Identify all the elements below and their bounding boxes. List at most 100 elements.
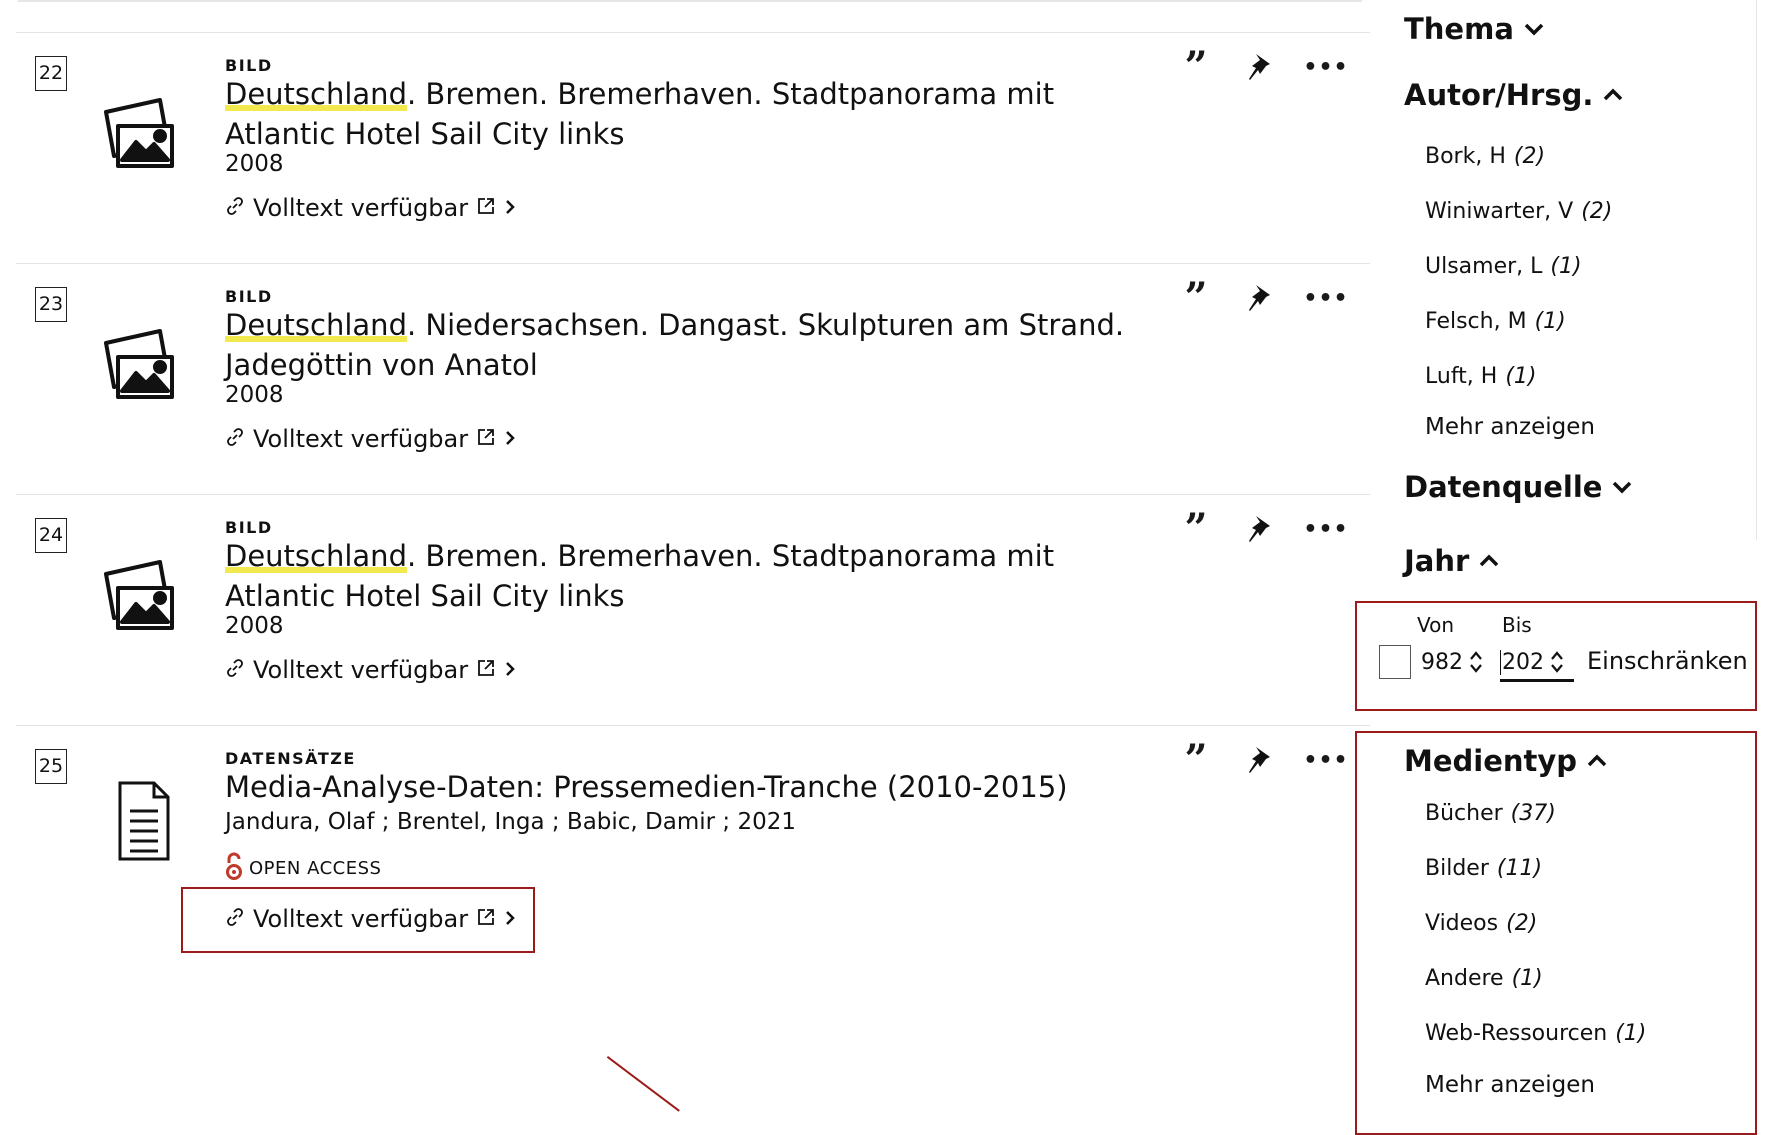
result-actions: ” ••• [1176,278,1356,318]
autor-item-count: (2) [1513,144,1546,169]
medientyp-item-count: (1) [1511,966,1543,991]
spinner-icon[interactable] [1469,649,1483,675]
year-to-input[interactable]: 202 [1500,645,1574,682]
autor-item-count: (1) [1505,364,1537,389]
medientyp-item-name: Videos [1425,911,1499,936]
autor-item[interactable]: Bork, H (2) [1425,144,1545,169]
facet-thema-label: Thema [1404,12,1514,46]
result-type: DATENSÄTZE [225,749,356,768]
chevron-right-icon [504,656,516,684]
chevron-right-icon [504,425,516,453]
pin-icon[interactable] [1244,514,1276,544]
cite-quote-icon[interactable]: ” [1176,47,1216,87]
more-options-icon[interactable]: ••• [1303,514,1347,544]
result-record: 24 BILD Deutschland. Bremen. Bremerhaven. … [16,494,1370,726]
fulltext-label: Volltext verfügbar [253,905,469,933]
result-title-link[interactable]: Media-Analyse-Daten: Pressemedien-Tranch… [225,767,1125,807]
autor-more-link[interactable]: Mehr anzeigen [1425,414,1595,440]
fulltext-link[interactable]: Volltext verfügbar [225,905,516,933]
medientyp-item-count: (37) [1510,801,1556,826]
results-list: 22 BILD Deutschland. Bremen. Bremerhaven. … [0,0,1370,1116]
fulltext-label: Volltext verfügbar [253,194,469,222]
fulltext-link[interactable]: Volltext verfügbar [225,425,516,453]
result-divider [16,263,1370,264]
link-icon [225,656,245,684]
pin-icon[interactable] [1244,52,1276,82]
autor-item-name: Winiwarter, V [1425,199,1574,224]
result-number: 24 [35,518,67,553]
autor-item-name: Luft, H [1425,364,1498,389]
facet-autor-label: Autor/Hrsg. [1404,78,1594,112]
result-actions: ” ••• [1176,740,1356,780]
autor-item-name: Bork, H [1425,144,1506,169]
result-meta: Jandura, Olaf ; Brentel, Inga ; Babic, D… [225,809,797,835]
facet-datenquelle-toggle[interactable]: Datenquelle [1404,470,1632,504]
result-title-link[interactable]: Deutschland. Bremen. Bremerhaven. Stadtp… [225,536,1125,616]
facet-jahr-toggle[interactable]: Jahr [1404,544,1499,578]
external-link-icon [476,425,496,453]
facet-autor-toggle[interactable]: Autor/Hrsg. [1404,78,1623,112]
facet-medientyp-toggle[interactable]: Medientyp [1404,744,1607,778]
medientyp-item[interactable]: Bilder (11) [1425,856,1542,881]
autor-item-count: (1) [1534,309,1566,334]
pin-icon[interactable] [1244,283,1276,313]
medientyp-item[interactable]: Bücher (37) [1425,801,1556,826]
year-from-label: Von [1417,613,1455,637]
result-title-link[interactable]: Deutschland. Bremen. Bremerhaven. Stadtp… [225,74,1125,154]
spinner-icon[interactable] [1550,649,1564,675]
facet-medientyp-label: Medientyp [1404,744,1578,778]
open-access-label: OPEN ACCESS [249,858,382,879]
autor-item[interactable]: Felsch, M (1) [1425,309,1566,334]
scrollbar-edge[interactable] [1756,0,1757,540]
year-checkbox[interactable] [1379,645,1411,679]
fulltext-label: Volltext verfügbar [253,656,469,684]
fulltext-link[interactable]: Volltext verfügbar [225,194,516,222]
result-meta: 2008 [225,613,284,639]
facet-thema-toggle[interactable]: Thema [1404,12,1544,46]
autor-item[interactable]: Winiwarter, V (2) [1425,199,1612,224]
open-lock-icon [225,851,243,886]
open-access-badge: OPEN ACCESS [225,851,381,886]
result-meta: 2008 [225,382,284,408]
link-icon [225,425,245,453]
medientyp-item-count: (1) [1615,1021,1647,1046]
external-link-icon [476,656,496,684]
result-divider [16,494,1370,495]
more-options-icon[interactable]: ••• [1303,52,1347,82]
result-actions: ” ••• [1176,509,1356,549]
more-options-icon[interactable]: ••• [1303,745,1347,775]
medientyp-item-name: Andere [1425,966,1504,991]
medientyp-item-name: Bilder [1425,856,1489,881]
medientyp-item[interactable]: Web-Ressourcen (1) [1425,1021,1646,1046]
result-number: 22 [35,56,67,91]
medientyp-more-link[interactable]: Mehr anzeigen [1425,1072,1595,1098]
cite-quote-icon[interactable]: ” [1176,509,1216,549]
facet-datenquelle-label: Datenquelle [1404,470,1603,504]
chevron-down-icon [1613,481,1632,494]
medientyp-item-name: Web-Ressourcen [1425,1021,1608,1046]
year-from-input[interactable]: 982 [1421,645,1483,679]
search-term-highlight: Deutschland [225,77,407,111]
link-icon [225,905,245,933]
cite-quote-icon[interactable]: ” [1176,740,1216,780]
result-actions: ” ••• [1176,47,1356,87]
autor-item-name: Ulsamer, L [1425,254,1543,279]
chevron-right-icon [504,905,516,933]
medientyp-item[interactable]: Videos (2) [1425,911,1537,936]
result-title-link[interactable]: Deutschland. Niedersachsen. Dangast. Sku… [225,305,1125,385]
result-type: BILD [225,287,273,306]
autor-item-name: Felsch, M [1425,309,1527,334]
medientyp-item-name: Bücher [1425,801,1503,826]
year-apply-button[interactable]: Einschränken [1587,647,1748,675]
medientyp-item[interactable]: Andere (1) [1425,966,1543,991]
more-options-icon[interactable]: ••• [1303,283,1347,313]
autor-item[interactable]: Luft, H (1) [1425,364,1537,389]
pin-icon[interactable] [1244,745,1276,775]
image-icon [98,317,184,403]
cite-quote-icon[interactable]: ” [1176,278,1216,318]
autor-item-count: (1) [1550,254,1582,279]
autor-item[interactable]: Ulsamer, L (1) [1425,254,1582,279]
facet-jahr-label: Jahr [1404,544,1470,578]
document-icon [98,777,184,863]
fulltext-link[interactable]: Volltext verfügbar [225,656,516,684]
